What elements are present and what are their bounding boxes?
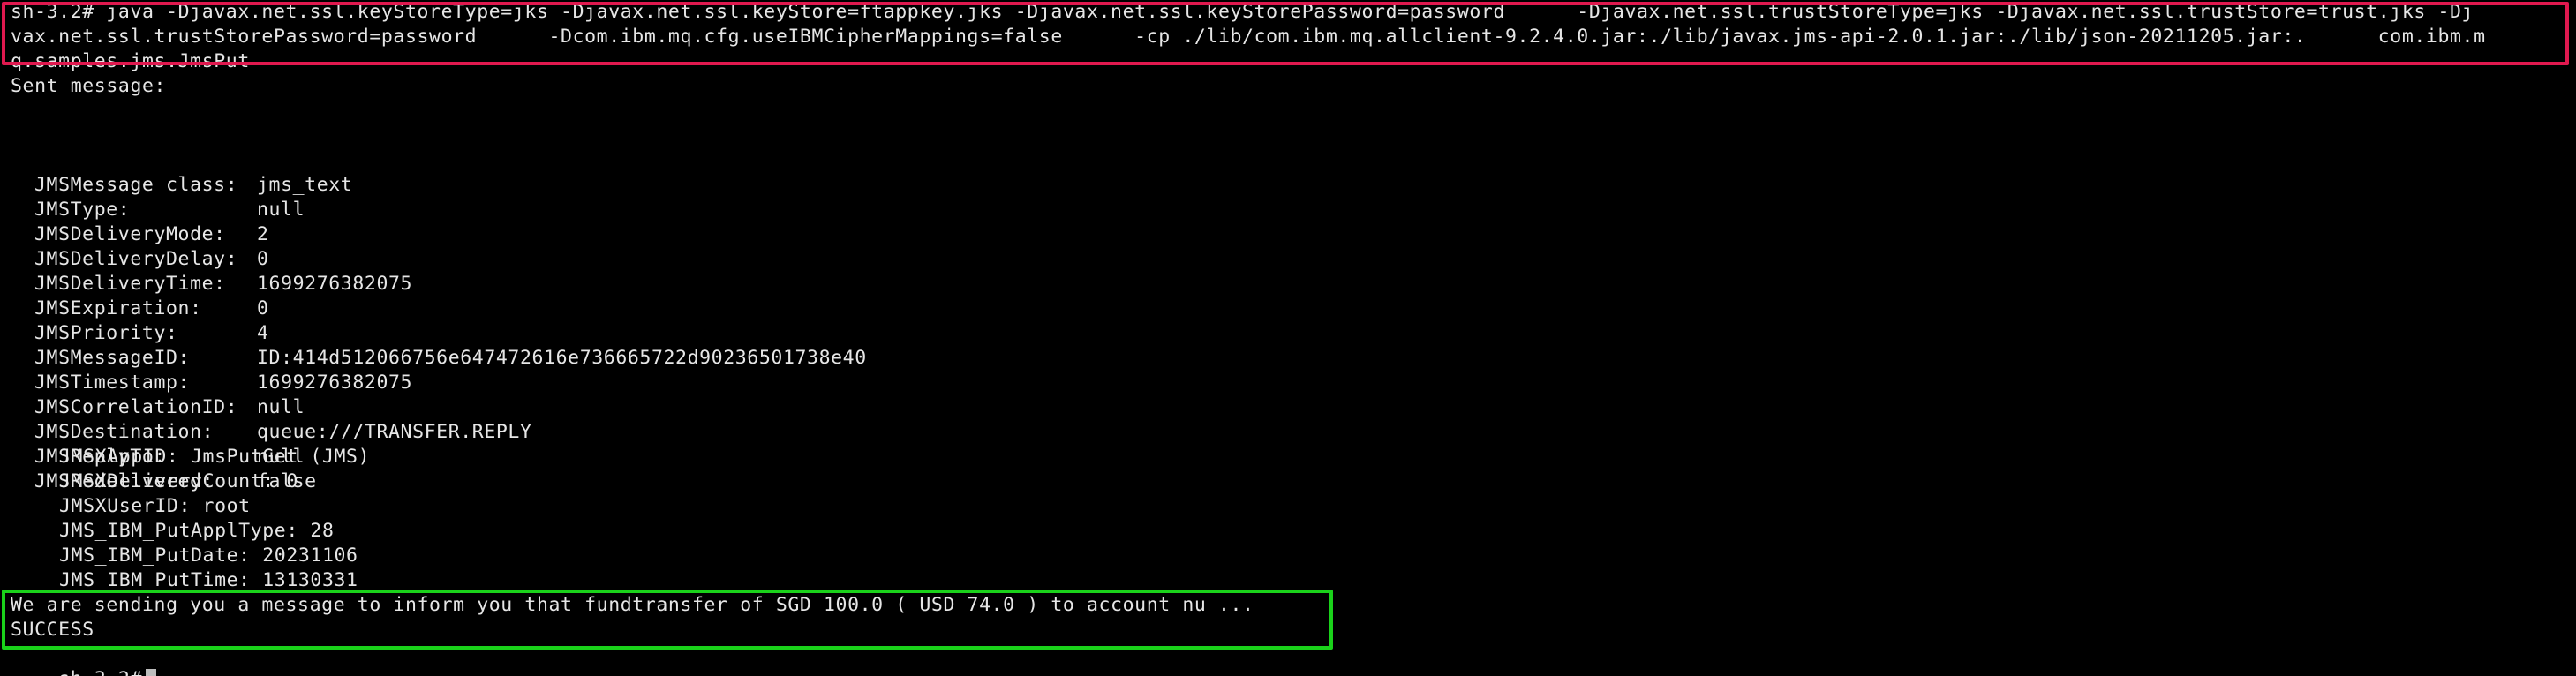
prompt: sh-3.2#	[58, 668, 142, 676]
sent-message-label: Sent message:	[11, 75, 167, 97]
jms-prop-row: JMSCorrelationID: null	[34, 346, 305, 418]
result-highlight-box	[2, 590, 1333, 650]
text-cursor	[146, 669, 156, 676]
jms-prop-row: JMSTimestamp: 1699276382075	[34, 321, 412, 394]
jms-prop-row: JMSReplyTo: null	[34, 395, 305, 468]
jmsx-prop-line: JMS_IBM_PutApplType: 28	[59, 520, 335, 542]
jms-prop-row: JMSExpiration: 0	[34, 247, 269, 319]
command-highlight-box	[2, 2, 2569, 65]
jmsx-prop-line: JMSXDeliveryCount: 0	[59, 470, 298, 492]
jms-prop-row: JMSDestination: queue:///TRANSFER.REPLY	[34, 371, 532, 443]
jmsx-prop-line: JMSXAppID: JmsPutGet (JMS)	[59, 446, 371, 468]
jms-prop-row: JMSMessage class: jms_text	[34, 124, 352, 196]
terminal-window[interactable]: sh-3.2# java -Djavax.net.ssl.keyStoreTyp…	[0, 0, 2576, 676]
jms-prop-row: JMSType: null	[34, 148, 305, 221]
jms-prop-row: JMSDeliveryDelay: 0	[34, 198, 269, 270]
jms-prop-value: 1699276382075	[257, 273, 413, 295]
jms-prop-row: JMSPriority: 4	[34, 272, 269, 344]
jms-prop-row: JMSDeliveryMode: 2	[34, 173, 269, 245]
jms-prop-row: JMSRedelivered: false	[34, 420, 317, 492]
jmsx-prop-line: JMS_IBM_PutDate: 20231106	[59, 545, 358, 567]
jmsx-prop-line: JMSXUserID: root	[59, 495, 251, 517]
jms-prop-row: JMSDeliveryTime: 1699276382075	[34, 222, 412, 295]
jms-prop-row: JMSMessageID: ID:414d512066756e647472616e…	[34, 297, 867, 369]
